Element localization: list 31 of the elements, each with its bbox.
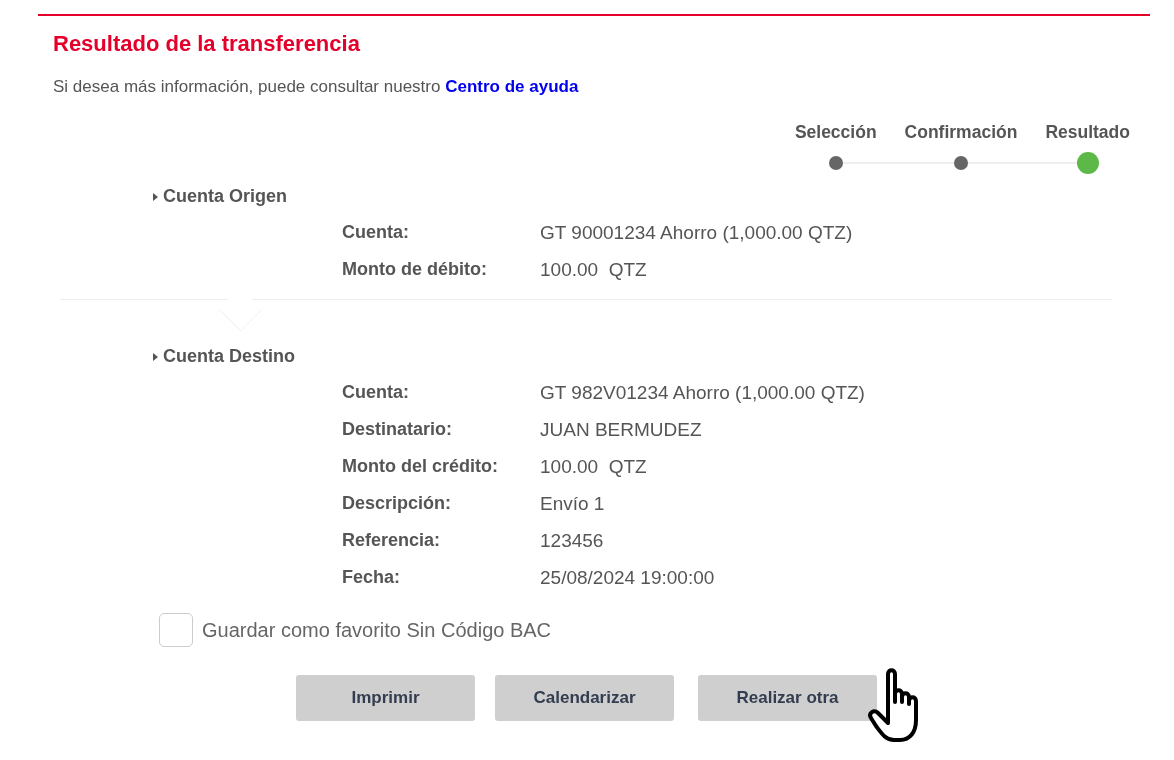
field-label: Monto de débito: (342, 258, 488, 281)
action-button[interactable]: Imprimir (296, 675, 475, 721)
step-label: Confirmación (904, 122, 1018, 143)
step-label: Selección (794, 122, 877, 143)
field-value: GT 90001234 Ahorro (1,000.00 QTZ) (540, 221, 854, 244)
field-label: Monto del crédito: (342, 455, 499, 478)
field-value: 100.00 QTZ (540, 258, 648, 281)
checkbox-label: Guardar como favorito Sin Código BAC (202, 618, 552, 642)
step-label: Resultado (1045, 122, 1130, 143)
field-value: GT 982V01234 Ahorro (1,000.00 QTZ) (540, 381, 866, 404)
field-value: Envío 1 (540, 492, 606, 515)
field-label: Cuenta: (342, 381, 410, 404)
field-label: Cuenta: (342, 221, 410, 244)
help-link[interactable]: Centro de ayuda (445, 77, 579, 96)
checkbox[interactable] (159, 613, 193, 647)
field-label: Fecha: (342, 566, 402, 589)
action-button[interactable]: Calendarizar (495, 675, 674, 721)
field-value: 123456 (540, 529, 605, 552)
caret-right-icon[interactable] (152, 351, 159, 362)
field-label: Descripción: (342, 492, 453, 515)
field-value: 100.00 QTZ (540, 455, 648, 478)
section-heading: Cuenta Destino (163, 346, 295, 367)
field-label: Referencia: (342, 529, 442, 552)
field-value: 25/08/2024 19:00:00 (540, 566, 716, 589)
section-heading: Cuenta Origen (163, 186, 287, 207)
field-label: Destinatario: (342, 418, 454, 441)
help-text: Si desea más información, puede consultar nuestro Centro de ayuda (53, 76, 580, 98)
page-title: Resultado de la transferencia (53, 30, 361, 58)
caret-right-icon[interactable] (152, 191, 159, 202)
field-value: JUAN BERMUDEZ (540, 418, 703, 441)
action-button[interactable]: Realizar otra (698, 675, 877, 721)
